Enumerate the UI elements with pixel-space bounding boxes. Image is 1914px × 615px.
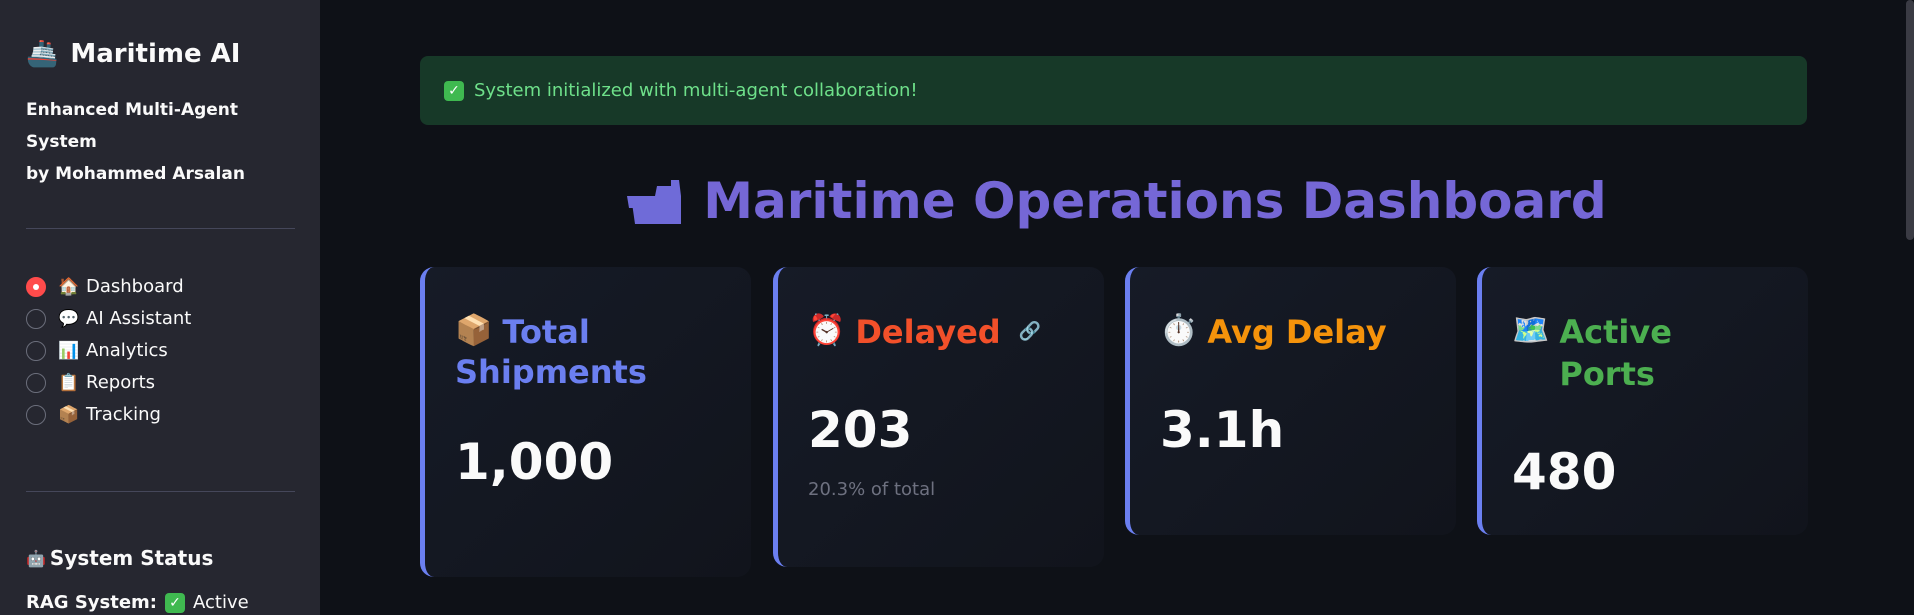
- nav-label: Analytics: [86, 340, 168, 361]
- page-title: Maritime Operations Dashboard: [320, 172, 1914, 230]
- card-header: ⏱️ Avg Delay: [1160, 311, 1426, 353]
- alarm-clock-icon: ⏰: [808, 313, 846, 348]
- rag-value: Active: [193, 592, 249, 613]
- system-status-heading: 🤖 System Status: [26, 546, 294, 570]
- ship-icon: 🚢: [26, 39, 59, 69]
- robot-icon: 🤖: [26, 548, 46, 568]
- metric-card-total-shipments: 📦 Total Shipments 1,000: [420, 267, 751, 577]
- rag-label: RAG System:: [26, 592, 158, 613]
- house-icon: 🏠: [58, 276, 80, 297]
- navigation-radio-group: 🏠 Dashboard 💬 AI Assistant 📊 Analytics 📋…: [26, 274, 294, 427]
- card-header: 🗺️ Active Ports: [1512, 311, 1778, 395]
- alert-text: System initialized with multi-agent coll…: [474, 80, 918, 101]
- radio-icon[interactable]: [26, 340, 46, 361]
- nav-item-tracking[interactable]: 📦 Tracking: [26, 402, 294, 427]
- world-map-icon: 🗺️: [1512, 313, 1550, 348]
- brand-title: Maritime AI: [70, 39, 241, 69]
- card-label-line-2: Shipments: [455, 353, 647, 391]
- page-title-text: Maritime Operations Dashboard: [703, 172, 1607, 230]
- sidebar-divider: [26, 228, 295, 229]
- status-title-text: System Status: [49, 546, 214, 570]
- card-label: Delayed: [855, 313, 1001, 351]
- success-alert: ✓ System initialized with multi-agent co…: [420, 56, 1807, 125]
- card-value: 203: [808, 401, 913, 459]
- main-content: ✓ System initialized with multi-agent co…: [320, 0, 1914, 615]
- subtitle-line-2: by Mohammed Arsalan: [26, 164, 245, 184]
- card-label: Avg Delay: [1207, 313, 1387, 351]
- metric-card-avg-delay: ⏱️ Avg Delay 3.1h: [1125, 267, 1456, 535]
- nav-item-reports[interactable]: 📋 Reports: [26, 370, 294, 395]
- nav-label: Dashboard: [86, 276, 184, 297]
- card-label: Total: [502, 311, 589, 353]
- ship-icon: [627, 180, 682, 224]
- radio-icon[interactable]: [26, 308, 46, 329]
- bar-chart-icon: 📊: [58, 340, 80, 361]
- radio-icon[interactable]: [26, 404, 46, 425]
- card-header: 📦 Total: [455, 311, 721, 353]
- card-label: Active Ports: [1559, 313, 1672, 393]
- nav-label: AI Assistant: [86, 308, 192, 329]
- package-icon: 📦: [455, 313, 493, 348]
- card-value: 3.1h: [1160, 401, 1285, 459]
- nav-item-ai-assistant[interactable]: 💬 AI Assistant: [26, 306, 294, 331]
- sidebar-divider: [26, 491, 295, 492]
- nav-item-dashboard[interactable]: 🏠 Dashboard: [26, 274, 294, 299]
- metric-card-active-ports: 🗺️ Active Ports 480: [1477, 267, 1808, 535]
- rag-status-row: RAG System: ✓ Active: [26, 592, 294, 613]
- checkmark-icon: ✓: [444, 80, 464, 101]
- card-label-line-1: Total: [502, 313, 590, 351]
- radio-selected-icon[interactable]: [26, 276, 46, 297]
- stopwatch-icon: ⏱️: [1160, 313, 1198, 348]
- card-subtext: 20.3% of total: [808, 479, 936, 500]
- card-value: 1,000: [455, 433, 614, 491]
- package-icon: 📦: [58, 404, 80, 425]
- card-header: ⏰ Delayed 🔗: [808, 311, 1074, 353]
- nav-item-analytics[interactable]: 📊 Analytics: [26, 338, 294, 363]
- nav-label: Tracking: [86, 404, 161, 425]
- link-icon[interactable]: 🔗: [1019, 321, 1041, 342]
- radio-icon[interactable]: [26, 372, 46, 393]
- sidebar-subtitle: Enhanced Multi-Agent System by Mohammed …: [26, 94, 294, 190]
- speech-bubble-icon: 💬: [58, 308, 80, 329]
- nav-label: Reports: [86, 372, 156, 393]
- sidebar: 🚢 Maritime AI Enhanced Multi-Agent Syste…: [0, 0, 320, 615]
- metric-card-delayed: ⏰ Delayed 🔗 203 20.3% of total: [773, 267, 1104, 567]
- scrollbar[interactable]: [1906, 0, 1914, 240]
- card-value: 480: [1512, 443, 1617, 501]
- clipboard-icon: 📋: [58, 372, 80, 393]
- checkmark-icon: ✓: [165, 592, 186, 613]
- brand: 🚢 Maritime AI: [26, 36, 294, 72]
- subtitle-line-1: Enhanced Multi-Agent System: [26, 100, 239, 152]
